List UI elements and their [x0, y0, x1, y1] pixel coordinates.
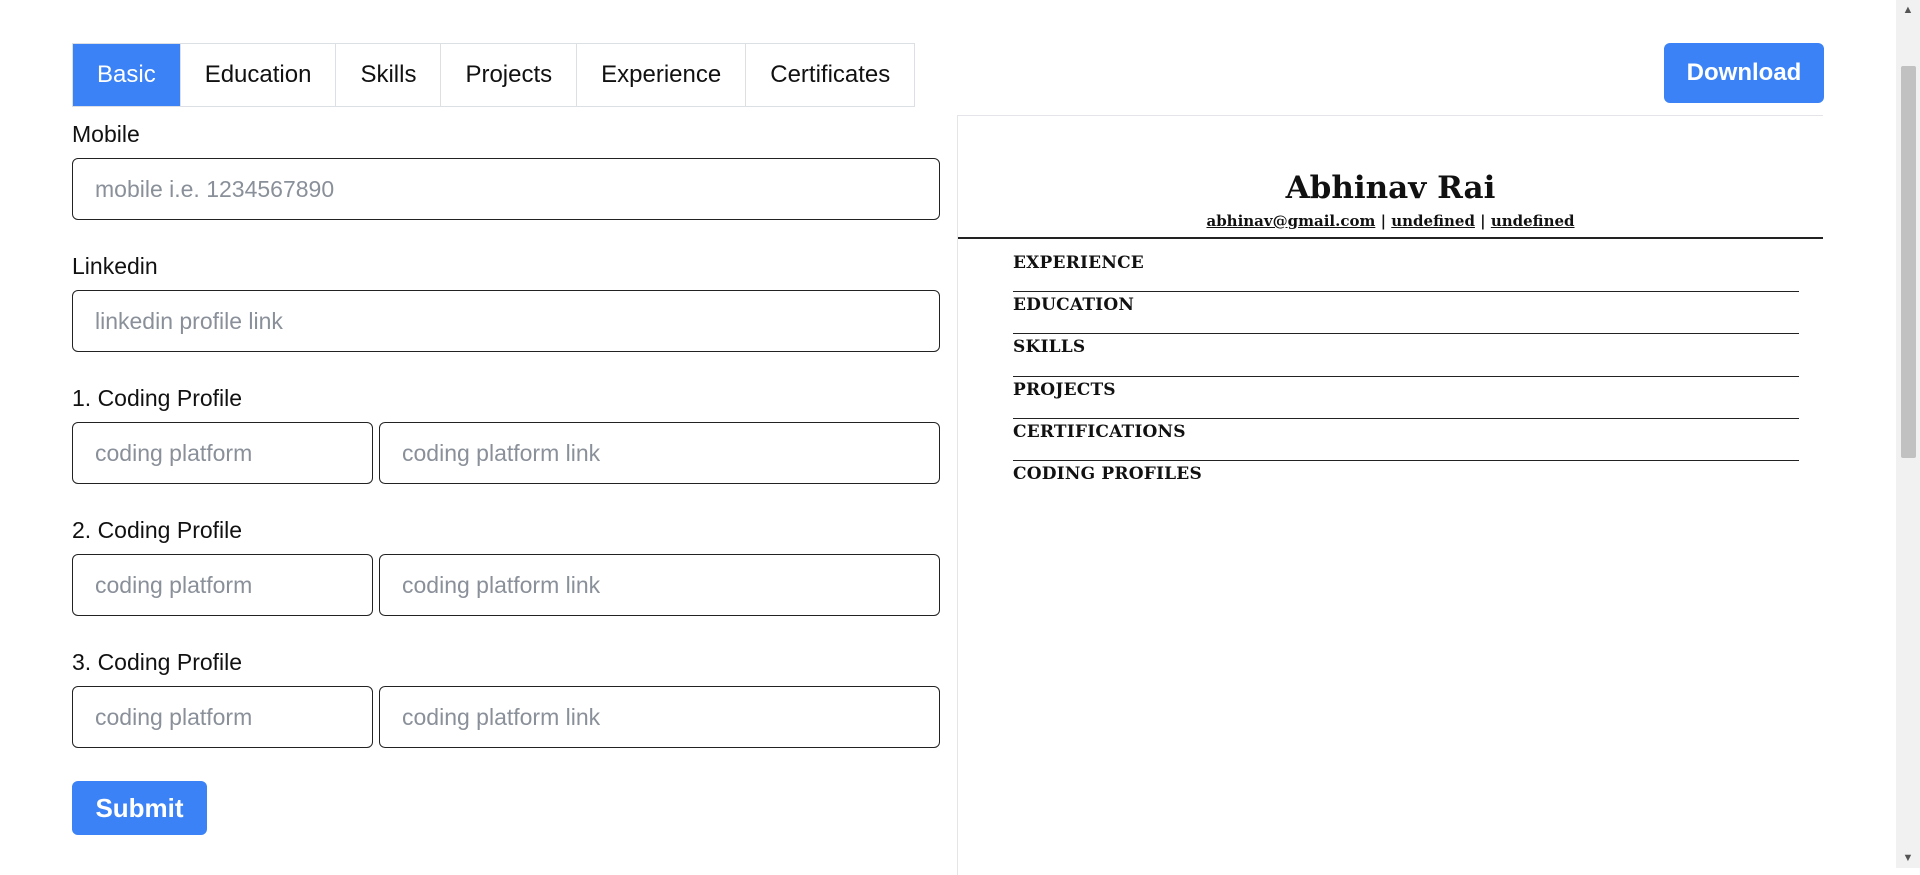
tab-projects[interactable]: Projects	[441, 44, 578, 106]
scrollbar-thumb[interactable]	[1901, 66, 1916, 458]
mobile-group: Mobile	[72, 118, 940, 220]
linkedin-label: Linkedin	[72, 253, 158, 279]
download-button[interactable]: Download	[1664, 43, 1824, 103]
linkedin-group: Linkedin	[72, 250, 940, 352]
coding-platform-1-input[interactable]	[72, 422, 373, 484]
tab-education[interactable]: Education	[180, 44, 337, 106]
tab-bar: Basic Education Skills Projects Experien…	[72, 43, 916, 107]
section-skills: SKILLS	[1013, 334, 1799, 377]
triangle-down-icon[interactable]: ▼	[1896, 848, 1920, 868]
coding-profile-3-group: 3. Coding Profile	[72, 646, 940, 748]
tab-experience[interactable]: Experience	[577, 44, 747, 106]
coding-platform-link-3-input[interactable]	[379, 686, 940, 748]
coding-platform-3-input[interactable]	[72, 686, 373, 748]
coding-platform-2-input[interactable]	[72, 554, 373, 616]
resume-contact-line: abhinav@gmail.com | undefined | undefine…	[958, 212, 1823, 230]
resume-link-2[interactable]: undefined	[1491, 212, 1575, 230]
linkedin-input[interactable]	[72, 290, 940, 352]
section-certifications: CERTIFICATIONS	[1013, 419, 1799, 461]
mobile-input[interactable]	[72, 158, 940, 220]
resume-email-link[interactable]: abhinav@gmail.com	[1206, 212, 1375, 230]
page-scrollbar[interactable]: ▲ ▼	[1896, 0, 1920, 868]
tab-skills[interactable]: Skills	[336, 44, 442, 106]
section-projects: PROJECTS	[1013, 377, 1799, 419]
coding-profile-2-fields	[72, 554, 940, 616]
coding-platform-link-1-input[interactable]	[379, 422, 940, 484]
coding-profile-1-fields	[72, 422, 940, 484]
section-education: EDUCATION	[1013, 292, 1799, 335]
submit-button[interactable]: Submit	[72, 781, 207, 835]
contact-separator: |	[1375, 212, 1392, 230]
resume-link-1[interactable]: undefined	[1391, 212, 1475, 230]
section-experience: EXPERIENCE	[1013, 250, 1799, 293]
mobile-label: Mobile	[72, 121, 140, 147]
coding-platform-link-2-input[interactable]	[379, 554, 940, 616]
section-coding-profiles: CODING PROFILES	[1013, 463, 1202, 484]
coding-profile-2-label: 2. Coding Profile	[72, 517, 243, 543]
coding-profile-2-group: 2. Coding Profile	[72, 514, 940, 616]
coding-profile-3-label: 3. Coding Profile	[72, 649, 243, 675]
coding-profile-3-fields	[72, 686, 940, 748]
resume-name: Abhinav Rai	[1285, 170, 1496, 206]
tab-basic[interactable]: Basic	[73, 44, 181, 106]
coding-profile-1-label: 1. Coding Profile	[72, 385, 243, 411]
resume-header-divider	[958, 237, 1823, 239]
contact-separator: |	[1474, 212, 1491, 230]
coding-profile-1-group: 1. Coding Profile	[72, 382, 940, 484]
basic-form: Mobile Linkedin 1. Coding Profile 2. Cod…	[72, 118, 940, 778]
triangle-up-icon[interactable]: ▲	[1896, 0, 1920, 20]
tab-certificates[interactable]: Certificates	[746, 44, 915, 106]
resume-sections: EXPERIENCE EDUCATION SKILLS PROJECTS CER…	[1013, 250, 1799, 503]
resume-preview: Abhinav Rai abhinav@gmail.com | undefine…	[957, 115, 1823, 875]
